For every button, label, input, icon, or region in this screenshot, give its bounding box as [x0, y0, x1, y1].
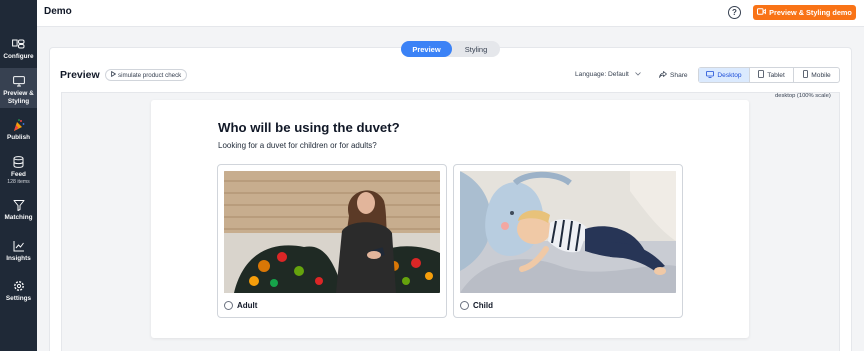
radio-adult[interactable] — [224, 301, 233, 310]
language-select[interactable]: Language: Default — [575, 71, 641, 78]
language-label: Language: Default — [575, 71, 629, 78]
demo-button-label: Preview & Styling demo — [769, 8, 852, 17]
device-mobile-label: Mobile — [811, 71, 831, 79]
play-icon — [111, 70, 117, 79]
adult-photo — [224, 171, 440, 293]
option-label-child: Child — [473, 301, 493, 310]
device-mobile-button[interactable]: Mobile — [794, 68, 840, 82]
answer-option-child[interactable]: Child — [453, 164, 683, 318]
share-label: Share — [670, 72, 688, 79]
simulate-product-check-button[interactable]: simulate product check — [105, 69, 188, 81]
tab-preview[interactable]: Preview — [401, 41, 452, 57]
scale-label: desktop (100% scale) — [775, 93, 831, 99]
question-subtitle: Looking for a duvet for children or for … — [218, 141, 377, 150]
preview-styling-demo-button[interactable]: Preview & Styling demo — [753, 5, 856, 20]
sidebar-item-publish[interactable]: Publish — [0, 118, 37, 142]
top-bar: Demo ? Preview & Styling demo — [37, 0, 864, 27]
sidebar-item-feed[interactable]: Feed 128 items — [0, 155, 37, 185]
mobile-icon — [803, 70, 809, 80]
help-icon[interactable]: ? — [728, 6, 741, 19]
radio-child[interactable] — [460, 301, 469, 310]
simulate-label: simulate product check — [118, 71, 182, 79]
view-tabs: Preview Styling — [401, 41, 500, 57]
sidebar-item-label-line1: Preview & — [3, 90, 34, 97]
page-title: Preview — [60, 69, 100, 81]
chevron-down-icon — [634, 71, 641, 78]
child-photo — [460, 171, 676, 293]
video-icon — [757, 8, 767, 17]
sidebar-item-label: Settings — [5, 295, 32, 302]
sidebar-item-label: Feed — [11, 171, 26, 178]
app-title: Demo — [44, 6, 72, 17]
preview-icon — [12, 74, 26, 88]
device-switcher: Desktop Tablet Mobile — [698, 67, 840, 83]
tab-styling[interactable]: Styling — [452, 41, 500, 57]
funnel-icon — [12, 198, 26, 212]
sidebar-item-label: Configure — [3, 53, 34, 60]
option-label-adult: Adult — [237, 301, 258, 310]
chart-icon — [12, 239, 26, 253]
device-desktop-label: Desktop — [717, 71, 742, 79]
database-icon — [12, 155, 26, 169]
sidebar-item-preview-styling[interactable]: Preview & Styling — [0, 68, 37, 108]
device-tablet-button[interactable]: Tablet — [750, 68, 794, 82]
question-title: Who will be using the duvet? — [218, 120, 400, 135]
share-button[interactable]: Share — [659, 71, 688, 80]
sidebar-item-matching[interactable]: Matching — [0, 198, 37, 222]
sidebar-item-label-line2: Styling — [7, 97, 30, 105]
share-icon — [659, 71, 667, 80]
answer-option-adult[interactable]: Adult — [217, 164, 447, 318]
device-tablet-label: Tablet — [767, 71, 785, 79]
sidebar-item-label: Matching — [4, 214, 33, 221]
sidebar: Configure Preview & Styling Publish Feed… — [0, 0, 37, 351]
feed-item-count: 128 items — [7, 178, 30, 185]
publish-icon — [12, 118, 26, 132]
configure-icon — [12, 37, 26, 51]
sidebar-item-configure[interactable]: Configure — [0, 37, 37, 63]
sidebar-item-label: Insights — [6, 255, 31, 262]
tablet-icon — [758, 70, 765, 80]
sidebar-item-settings[interactable]: Settings — [0, 279, 37, 303]
monitor-icon — [706, 70, 715, 80]
sidebar-item-insights[interactable]: Insights — [0, 239, 37, 263]
device-desktop-button[interactable]: Desktop — [699, 68, 750, 82]
sidebar-item-label: Publish — [6, 134, 31, 141]
gear-icon — [12, 279, 26, 293]
